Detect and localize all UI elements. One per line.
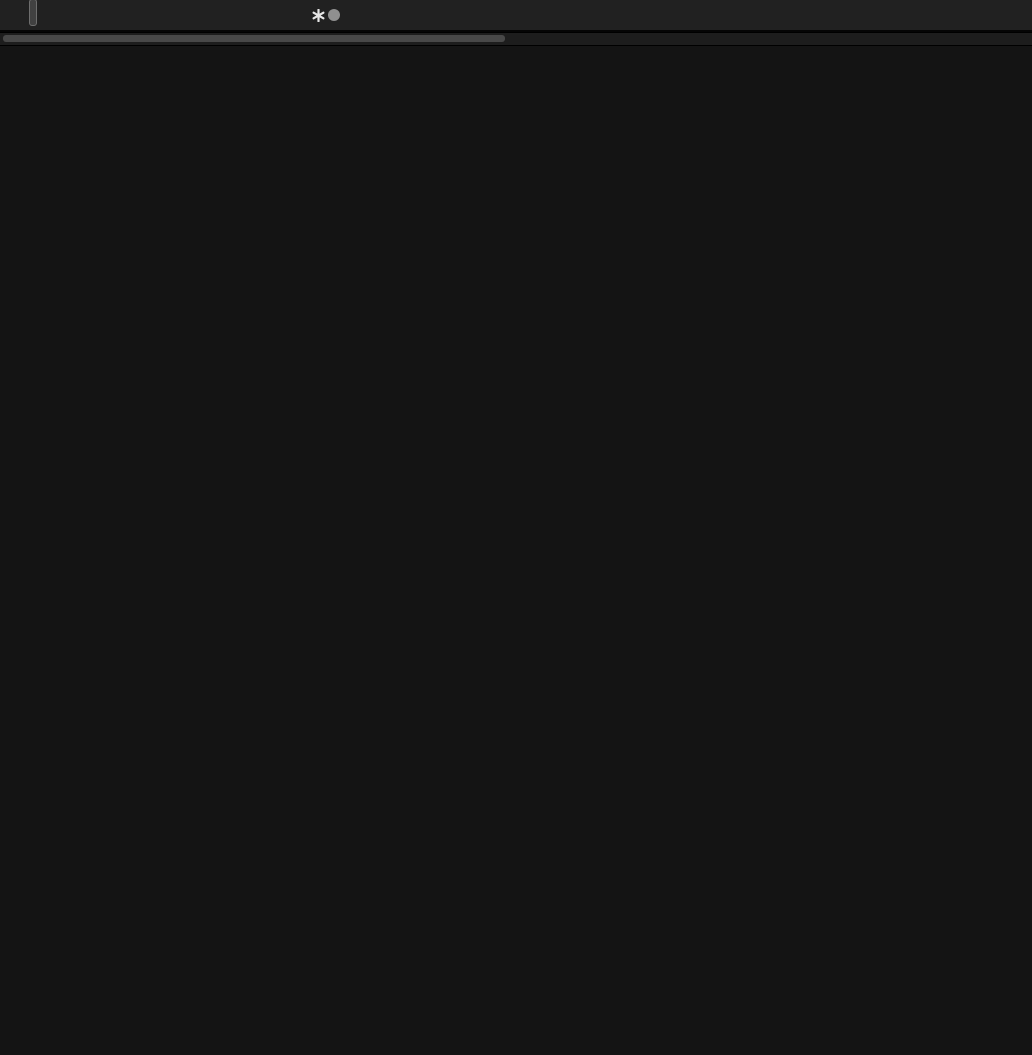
- quote-app: [0, 0, 1032, 1055]
- horizontal-scrollbar[interactable]: [0, 32, 1032, 46]
- scrollbar-thumb[interactable]: [3, 35, 505, 42]
- header-name[interactable]: [160, 9, 350, 22]
- asterisk-icon: [312, 9, 325, 22]
- dot-icon: [328, 9, 340, 21]
- header-marks: [312, 9, 350, 22]
- initial-sort-button[interactable]: [29, 0, 37, 26]
- table-header: [0, 0, 1032, 32]
- header-initial[interactable]: [0, 0, 50, 32]
